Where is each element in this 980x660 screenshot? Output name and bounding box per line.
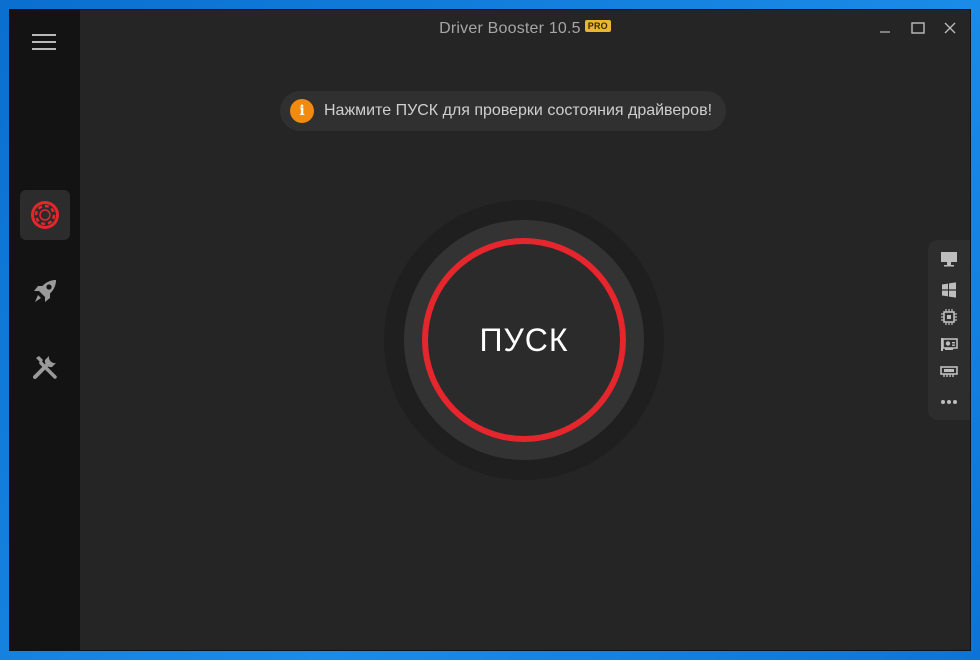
sidebar-item-scan[interactable] [20, 190, 70, 240]
maximize-button[interactable] [905, 18, 931, 38]
hamburger-menu-icon[interactable] [32, 34, 58, 50]
sidebar-item-tools[interactable] [20, 342, 70, 392]
app-title: Driver Booster 10.5 PRO [80, 20, 970, 38]
graphics-card-icon [941, 338, 958, 351]
scan-hint-text: Нажмите ПУСК для проверки состояния драй… [324, 102, 713, 119]
hardware-item-memory[interactable] [939, 361, 959, 381]
more-icon [941, 400, 957, 404]
tools-icon [33, 356, 57, 379]
windows-icon [942, 282, 956, 298]
close-icon [944, 22, 956, 34]
app-window: Driver Booster 10.5 PRO i Нажмите ПУСК дл… [10, 10, 970, 650]
hardware-item-cpu[interactable] [939, 307, 959, 327]
scan-hint-banner: i Нажмите ПУСК для проверки состояния др… [280, 91, 727, 131]
pro-badge: PRO [584, 20, 611, 32]
hardware-item-more[interactable] [939, 392, 959, 412]
sidebar [10, 10, 80, 650]
sidebar-item-boost[interactable] [20, 266, 70, 316]
scan-button-ring: ПУСК [404, 220, 644, 460]
memory-icon [940, 366, 958, 377]
driver-scan-icon [31, 201, 59, 229]
close-button[interactable] [937, 18, 963, 38]
scan-button-label: ПУСК [479, 321, 569, 358]
hardware-item-monitor[interactable] [939, 249, 959, 269]
app-title-text: Driver Booster 10.5 [439, 20, 581, 37]
maximize-icon [911, 22, 925, 34]
scan-button[interactable]: ПУСК [422, 238, 626, 442]
hardware-item-gpu[interactable] [939, 334, 959, 354]
info-icon: i [290, 99, 314, 123]
minimize-icon [880, 31, 890, 33]
cpu-chip-icon [941, 309, 957, 325]
title-bar: Driver Booster 10.5 PRO [80, 10, 970, 48]
rocket-boost-icon [34, 280, 56, 302]
hardware-item-os[interactable] [939, 280, 959, 300]
monitor-icon [941, 252, 957, 267]
minimize-button[interactable] [872, 18, 898, 38]
hardware-info-panel [928, 240, 970, 420]
scan-button-halo: ПУСК [384, 200, 664, 480]
